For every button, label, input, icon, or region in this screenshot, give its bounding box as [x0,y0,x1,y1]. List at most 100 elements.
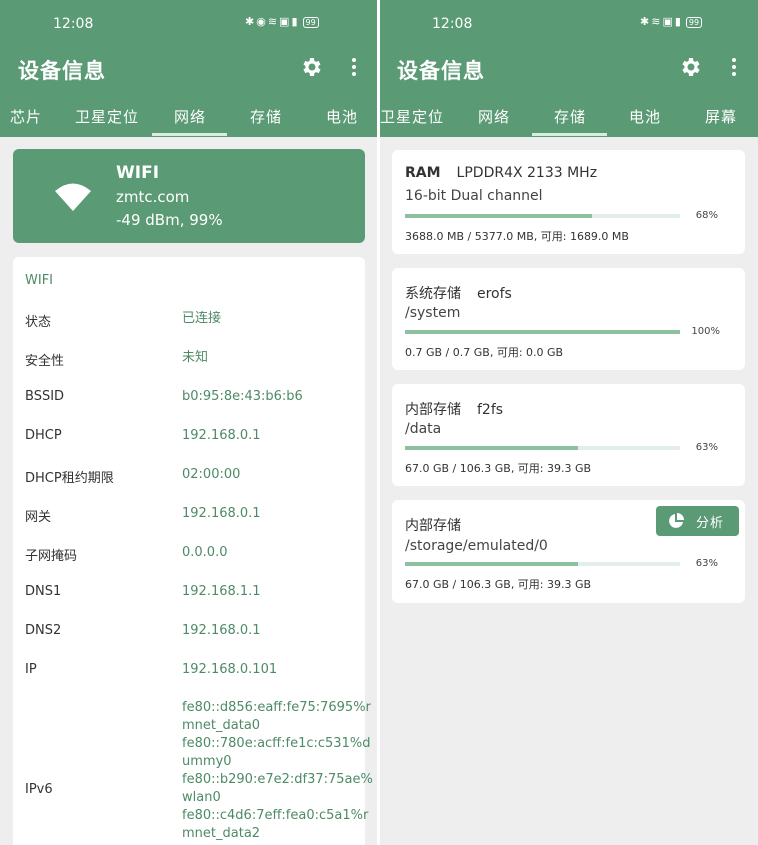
usage-percent: 100% [691,326,720,337]
usage-detail: 67.0 GB / 106.3 GB, 可用: 39.3 GB [405,578,592,591]
wifi-details-card: WIFI 状态 已连接 安全性 未知 BSSID b0:95:8e:43:b6:… [13,257,373,845]
row-value-gateway: 192.168.0.1 [182,506,261,521]
storage-name: RAM LPDDR4X 2133 MHz [405,165,597,181]
ipv6-line: fe80::b290:e7e2:df37:75ae% [182,772,373,787]
wifi-signal-icon [52,179,94,211]
storage-type: erofs [477,286,512,302]
usage-bar [405,214,680,218]
storage-card-data[interactable]: 内部存储 f2fs /data 63% 67.0 GB / 106.3 GB, 可… [392,384,745,486]
storage-title: 内部存储 [405,402,461,418]
row-value-ip: 192.168.0.101 [182,662,278,677]
row-value-bssid: b0:95:8e:43:b6:b6 [182,389,303,404]
tab-storage[interactable]: 存储 [250,106,282,127]
right-screen: 12:08 ✱≋▣▮ 99 设备信息 卫星定位 网络 存储 电池 屏幕 RAM LP… [380,0,758,845]
storage-subtitle: /system [405,305,461,321]
storage-subtitle: /data [405,421,442,437]
row-label-ip: IP [25,662,37,677]
row-value-dns1: 192.168.1.1 [182,584,261,599]
bluetooth-icon: ✱ [640,15,652,28]
usage-detail: 3688.0 MB / 5377.0 MB, 可用: 1689.0 MB [405,230,629,243]
analyze-label: 分析 [696,516,725,531]
more-vert-icon[interactable] [731,58,737,78]
battery-icon: 99 [302,17,319,28]
tab-gnss[interactable]: 卫星定位 [380,106,444,127]
row-value-ipv6: fe80::d856:eaff:fe75:7695%r mnet_data0 f… [182,699,373,843]
storage-name: 内部存储 f2fs [405,399,503,419]
left-screen: 12:08 ✱◉≋▣▮ 99 设备信息 芯片 卫星定位 网络 存储 电池 WIFI… [0,0,377,845]
tab-storage[interactable]: 存储 [554,106,586,127]
row-label-status: 状态 [25,315,52,330]
app-title: 设备信息 [18,59,106,83]
signal-icon: ▮ [674,15,683,28]
usage-bar [405,330,680,334]
pie-chart-icon [669,513,684,528]
battery-icon: 99 [685,17,703,28]
tab-battery[interactable]: 电池 [326,106,358,127]
tab-chip[interactable]: 芯片 [10,106,42,127]
status-time: 12:08 [432,16,473,32]
wifi-signal-strength: -49 dBm, 99% [116,211,223,229]
wifi-ssid: zmtc.com [116,188,190,206]
ipv6-line: wlan0 [182,790,221,805]
storage-name: 系统存储 erofs [405,283,512,303]
tab-battery[interactable]: 电池 [629,106,661,127]
tab-network[interactable]: 网络 [174,106,206,127]
usage-bar-fill [405,562,579,566]
row-label-bssid: BSSID [25,389,65,404]
wifi-icon: ≋ [651,15,663,28]
row-value-dns2: 192.168.0.1 [182,623,261,638]
storage-title: RAM [405,165,441,181]
ipv6-line: mnet_data0 [182,718,261,733]
tab-screen[interactable]: 屏幕 [705,106,737,127]
usage-percent: 63% [695,558,718,569]
gear-icon[interactable] [678,55,702,79]
wifi-title: WIFI [116,163,160,183]
gear-icon[interactable] [299,55,323,79]
storage-type: f2fs [477,402,504,418]
storage-card-ram[interactable]: RAM LPDDR4X 2133 MHz 16-bit Dual channel … [392,150,745,254]
ipv6-line: fe80::780e:acff:fe1c:c531%d [182,736,371,751]
ipv6-line: mnet_data2 [182,826,261,841]
ipv6-line: ummy0 [182,754,232,769]
row-label-ipv6: IPv6 [25,782,53,797]
usage-bar [405,446,680,450]
row-label-dhcp: DHCP [25,428,62,443]
more-vert-icon[interactable] [351,58,357,78]
storage-type: LPDDR4X 2133 MHz [456,165,598,181]
wifi-summary-card: WIFI zmtc.com -49 dBm, 99% [13,149,365,243]
storage-card-system[interactable]: 系统存储 erofs /system 100% 0.7 GB / 0.7 GB, … [392,268,745,370]
storage-card-emulated[interactable]: 内部存储 /storage/emulated/0 63% 67.0 GB / 1… [392,500,745,603]
row-value-security: 未知 [182,350,209,365]
analyze-button[interactable]: 分析 [656,506,739,536]
row-label-gateway: 网关 [25,510,52,525]
tab-bar: 卫星定位 网络 存储 电池 屏幕 [380,98,758,136]
active-tab-indicator [532,133,607,136]
row-label-dns2: DNS2 [25,623,62,638]
hd-icon: ▣ [662,15,675,28]
ipv6-line: fe80::c4d6:7eff:fea0:c5a1%r [182,808,369,823]
status-icons: ✱◉≋▣▮ 99 [245,15,319,28]
app-bar: 12:08 ✱≋▣▮ 99 设备信息 卫星定位 网络 存储 电池 屏幕 [380,0,758,137]
usage-percent: 63% [695,442,718,453]
row-value-dhcp: 192.168.0.1 [182,428,261,443]
row-value-dhcp-lease: 02:00:00 [182,467,241,482]
tab-gnss[interactable]: 卫星定位 [75,106,139,127]
row-value-status: 已连接 [182,311,222,326]
row-label-dhcp-lease: DHCP租约期限 [25,471,114,486]
tab-bar: 芯片 卫星定位 网络 存储 电池 [0,98,377,136]
location-icon: ◉ [256,15,268,28]
wifi-icon: ≋ [267,15,280,28]
usage-bar [405,562,680,566]
row-label-dns1: DNS1 [25,584,62,599]
ipv6-line: fe80::d856:eaff:fe75:7695%r [182,700,371,715]
usage-detail: 0.7 GB / 0.7 GB, 可用: 0.0 GB [405,346,564,359]
app-title: 设备信息 [397,59,485,83]
row-value-subnet-mask: 0.0.0.0 [182,545,228,560]
active-tab-indicator [152,133,227,136]
usage-percent: 68% [695,210,718,221]
usage-bar-fill [405,330,680,334]
section-heading: WIFI [25,273,53,288]
app-bar: 12:08 ✱◉≋▣▮ 99 设备信息 芯片 卫星定位 网络 存储 电池 [0,0,377,137]
row-label-security: 安全性 [25,354,65,369]
tab-network[interactable]: 网络 [478,106,510,127]
